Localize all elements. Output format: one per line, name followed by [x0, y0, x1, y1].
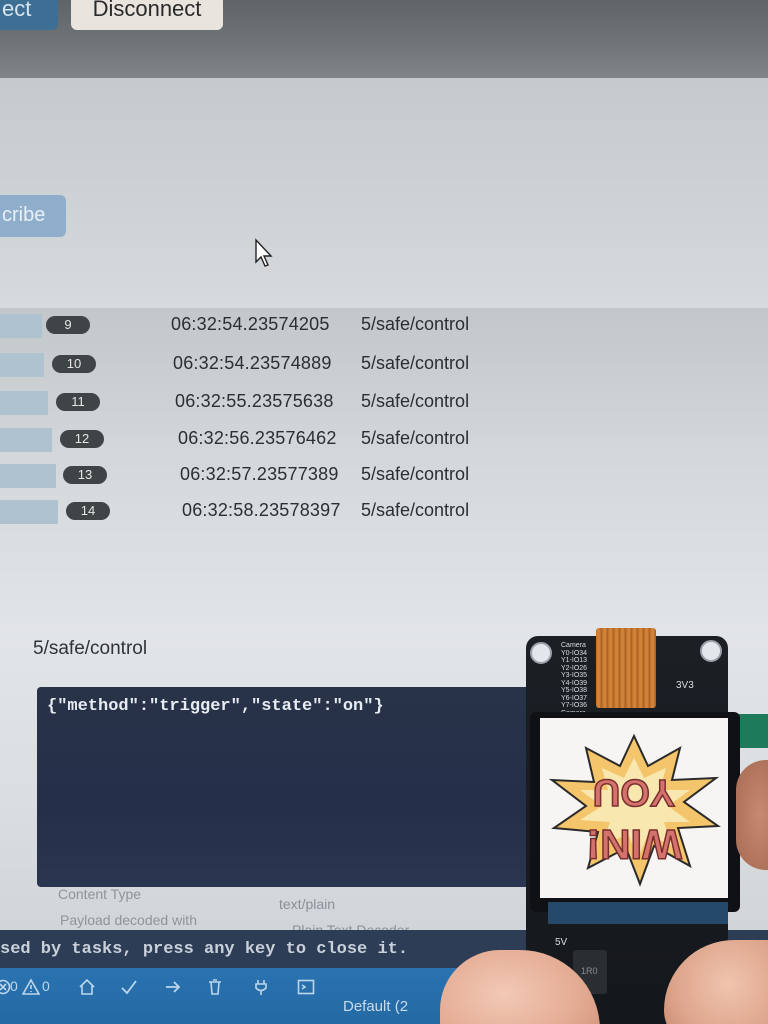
lcd-flex-edge [548, 902, 728, 924]
message-index-badge: 14 [66, 502, 110, 520]
row-topic-color [0, 353, 44, 377]
content-type-label: Content Type [58, 886, 142, 902]
lcd-screen: YOU WIN! [540, 718, 728, 898]
row-topic-color [0, 428, 52, 452]
terminal-profile-label[interactable]: Default (2 [343, 998, 408, 1015]
arrow-right-icon[interactable] [164, 978, 182, 996]
selected-message-topic: 5/safe/control [33, 638, 148, 659]
warning-icon[interactable] [22, 978, 40, 996]
svg-text:WIN!: WIN! [586, 821, 682, 868]
message-index-badge: 11 [56, 393, 100, 411]
you-text-art: YOU [592, 770, 676, 814]
message-time: 06:32:54.23574205 [171, 314, 330, 334]
plug-icon[interactable] [252, 978, 270, 996]
disconnect-button[interactable]: Disconnect [71, 0, 223, 30]
payload-body: {"method":"trigger","state":"on"} [47, 697, 384, 716]
message-time: 06:32:55.23575638 [175, 391, 334, 411]
subscribe-button[interactable]: cribe [0, 195, 66, 237]
row-topic-color [0, 464, 56, 488]
payload-viewer[interactable] [37, 687, 557, 887]
board-silkscreen-camera: Camera Y0-IO34 Y1-IO13 Y2-IO26 Y3-IO35 Y… [561, 642, 588, 717]
warning-count: 0 [42, 978, 50, 994]
win-text-art: WIN! [585, 820, 682, 869]
you-win-graphic: YOU WIN! [548, 733, 721, 887]
row-topic-color [0, 500, 58, 524]
camera-ribbon-cable [596, 628, 656, 708]
message-topic: 5/safe/control [361, 428, 470, 448]
connect-button[interactable]: ect [0, 0, 58, 30]
svg-text:YOU: YOU [593, 771, 675, 813]
message-time: 06:32:57.23577389 [180, 464, 339, 484]
message-time: 06:32:58.23578397 [182, 500, 341, 520]
message-topic: 5/safe/control [361, 500, 470, 520]
message-index-badge: 10 [52, 355, 96, 373]
message-row[interactable]: 9 06:32:54.23574205 5/safe/control [0, 308, 768, 344]
home-icon[interactable] [78, 978, 96, 996]
message-topic: 5/safe/control [361, 464, 470, 484]
message-topic: 5/safe/control [361, 353, 470, 373]
subscribe-panel [0, 78, 768, 308]
terminal-icon[interactable] [297, 978, 315, 996]
inductor-label: 1R0 [581, 966, 598, 976]
trash-icon[interactable] [206, 978, 224, 996]
message-row[interactable]: 13 06:32:57.23577389 5/safe/control [0, 458, 768, 494]
message-row[interactable]: 10 06:32:54.23574889 5/safe/control [0, 347, 768, 383]
message-row[interactable]: 14 06:32:58.23578397 5/safe/control [0, 494, 768, 530]
check-icon[interactable] [120, 978, 138, 996]
terminal-output: sed by tasks, press any key to close it. [0, 940, 409, 959]
row-topic-color [0, 391, 48, 415]
message-topic: 5/safe/control [361, 391, 470, 411]
content-type-value: text/plain [279, 896, 336, 912]
mounting-hole [700, 640, 722, 662]
message-row[interactable]: 11 06:32:55.23575638 5/safe/control [0, 385, 768, 421]
message-topic: 5/safe/control [361, 314, 470, 334]
message-index-badge: 9 [46, 316, 90, 334]
message-index-badge: 12 [60, 430, 104, 448]
error-count: 0 [10, 978, 18, 994]
message-time: 06:32:54.23574889 [173, 353, 332, 373]
mounting-hole [530, 642, 552, 664]
row-topic-color [0, 314, 42, 338]
board-silkscreen-3v3: 3V3 [676, 680, 694, 691]
message-index-badge: 13 [63, 466, 107, 484]
message-time: 06:32:56.23576462 [178, 428, 337, 448]
decoded-with-label: Payload decoded with [60, 912, 197, 928]
message-list: 9 06:32:54.23574205 5/safe/control 10 06… [0, 306, 768, 536]
message-row[interactable]: 12 06:32:56.23576462 5/safe/control [0, 422, 768, 458]
mouse-cursor-icon [255, 238, 273, 267]
edge-finger [736, 760, 768, 870]
board-silkscreen-5v: 5V [555, 937, 568, 948]
